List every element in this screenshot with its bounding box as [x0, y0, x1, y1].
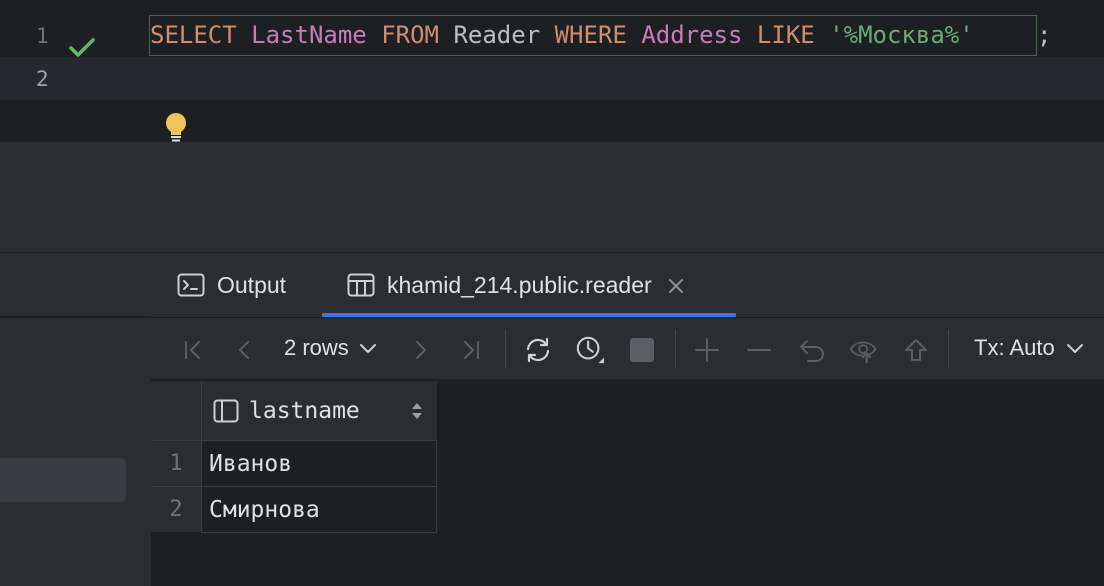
toolbar-separator — [948, 330, 949, 368]
grid-corner[interactable] — [151, 381, 201, 440]
tab-label: khamid_214.public.reader — [387, 271, 652, 298]
toolbar-separator — [505, 330, 506, 368]
table-cell[interactable]: Иванов — [201, 440, 437, 486]
tab-label: Output — [217, 271, 287, 298]
toolbar-separator — [675, 330, 676, 368]
chevron-down-icon — [359, 342, 377, 354]
row-number[interactable]: 1 — [151, 440, 201, 486]
next-page-icon[interactable] — [406, 335, 436, 365]
console-icon — [177, 273, 205, 297]
first-page-icon[interactable] — [178, 335, 208, 365]
code-identifier: Address — [641, 21, 743, 49]
refresh-icon[interactable] — [523, 335, 553, 365]
selected-tree-item[interactable] — [0, 458, 126, 502]
sort-icon[interactable] — [411, 402, 423, 425]
add-row-icon[interactable] — [692, 335, 722, 365]
column-header-lastname[interactable]: lastname — [201, 381, 437, 440]
line-number: 2 — [36, 67, 49, 91]
sql-editor[interactable]: 1 2 SELECT LastName FROM Reader WHERE Ad… — [0, 0, 1104, 142]
panel-strip — [0, 191, 1104, 253]
code-keyword: LIKE — [756, 21, 815, 49]
code-semicolon: ; — [1037, 21, 1052, 49]
status-strip — [0, 144, 1104, 191]
divider — [0, 316, 151, 318]
gutter-line-2: 2 — [0, 57, 145, 101]
code-keyword: SELECT — [150, 21, 237, 49]
current-line-highlight — [0, 57, 1104, 100]
code-keyword: WHERE — [554, 21, 627, 49]
line-number: 1 — [36, 24, 49, 48]
transaction-mode-dropdown[interactable]: Tx: Auto — [974, 335, 1084, 361]
code-identifier: LastName — [251, 21, 367, 49]
stop-icon[interactable] — [627, 335, 657, 365]
chevron-down-icon — [1066, 342, 1084, 354]
services-panel — [0, 253, 151, 586]
code-string: '%Москва%' — [829, 21, 974, 49]
revert-icon[interactable] — [797, 335, 827, 365]
column-icon — [213, 399, 239, 423]
tool-window-tabs: Output khamid_214.public.reader — [151, 253, 1104, 317]
column-name: lastname — [249, 397, 360, 424]
last-page-icon[interactable] — [456, 335, 486, 365]
code-keyword: FROM — [381, 21, 439, 49]
tab-output[interactable]: Output — [177, 253, 286, 317]
table-icon — [347, 273, 375, 297]
row-count-label: 2 rows — [284, 335, 349, 360]
history-clock-icon[interactable] — [575, 335, 605, 365]
previous-page-icon[interactable] — [229, 335, 259, 365]
code-table: Reader — [453, 21, 541, 49]
tab-reader-result[interactable]: khamid_214.public.reader — [347, 253, 684, 317]
transaction-mode-label: Tx: Auto — [974, 335, 1055, 360]
result-toolbar: 2 rows Tx: Auto — [151, 318, 1104, 380]
gutter-line-1: 1 — [0, 14, 145, 58]
submit-icon[interactable] — [901, 335, 931, 365]
preview-changes-icon[interactable] — [849, 335, 879, 365]
sql-statement[interactable]: SELECT LastName FROM Reader WHERE Addres… — [149, 15, 1037, 56]
table-cell[interactable]: Смирнова — [201, 486, 437, 533]
result-grid: lastname 1 Иванов 2 Смирнова — [151, 381, 1104, 586]
delete-row-icon[interactable] — [744, 335, 774, 365]
row-count-dropdown[interactable]: 2 rows — [284, 335, 377, 361]
row-number[interactable]: 2 — [151, 486, 201, 532]
close-icon[interactable] — [668, 270, 684, 301]
